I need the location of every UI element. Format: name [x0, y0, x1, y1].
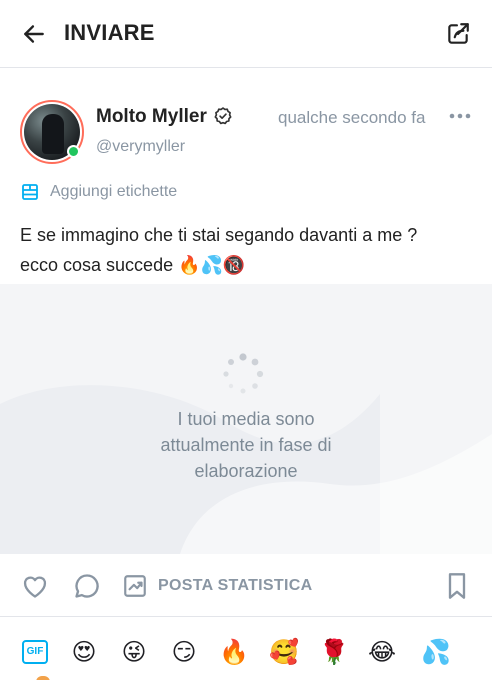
emoji-smirk[interactable]: 😏	[168, 636, 200, 668]
loading-spinner-icon	[223, 353, 264, 394]
post-timestamp: qualche secondo fa	[278, 108, 426, 127]
emoji-fire[interactable]: 🔥	[218, 636, 250, 668]
author-handle[interactable]: @verymyller	[96, 138, 185, 156]
post-statistics-label: POSTA STATISTICA	[158, 577, 313, 594]
emoji-tears-of-joy[interactable]: 😂	[366, 636, 398, 668]
media-processing-placeholder: I tuoi media sono attualmente in fase di…	[0, 284, 492, 554]
post-text-line-1: E se immagino che ti stai segando davant…	[20, 225, 418, 245]
page-title: INVIARE	[64, 20, 155, 45]
emoji-quick-bar: GIF 😍 😜 😏 🔥 🥰 🌹 😂 💦	[0, 618, 492, 680]
post-statistics-button[interactable]: POSTA STATISTICA	[122, 571, 312, 601]
avatar[interactable]	[20, 100, 84, 164]
arrow-left-icon	[24, 25, 44, 43]
bookmark-button[interactable]	[444, 571, 470, 601]
emoji-smiling-hearts[interactable]: 🥰	[268, 636, 300, 668]
add-tags-label: Aggiungi etichette	[50, 183, 178, 200]
comment-button[interactable]	[72, 571, 102, 601]
add-tags-button[interactable]: Aggiungi etichette	[20, 181, 177, 203]
emoji-sweat-droplets[interactable]: 💦	[420, 636, 452, 668]
emoji-heart-eyes[interactable]: 😍	[68, 636, 100, 668]
label-icon	[22, 184, 38, 200]
share-button[interactable]	[442, 18, 474, 50]
emoji-winking-tongue[interactable]: 😜	[118, 636, 150, 668]
heart-icon	[23, 576, 47, 598]
post-text: E se immagino che ti stai segando davant…	[20, 220, 480, 280]
top-bar: INVIARE	[0, 0, 492, 68]
post-text-line-2: ecco cosa succede 🔥💦🔞	[20, 255, 246, 275]
post-actions-bar: POSTA STATISTICA	[0, 555, 492, 617]
verified-badge-icon	[214, 107, 232, 125]
online-status-indicator	[67, 145, 80, 158]
author-name[interactable]: Molto Myller	[96, 106, 207, 128]
more-options-button[interactable]	[448, 106, 472, 126]
media-processing-message: I tuoi media sono attualmente in fase di…	[0, 406, 492, 484]
back-button[interactable]	[18, 18, 50, 50]
more-horizontal-icon	[449, 113, 471, 119]
statistics-chart-icon	[124, 575, 146, 597]
gif-button[interactable]: GIF	[22, 640, 48, 664]
comment-bubble-icon	[75, 574, 99, 598]
like-button[interactable]	[20, 571, 50, 601]
emoji-rose[interactable]: 🌹	[318, 636, 350, 668]
emoji-next-row-peek	[36, 676, 50, 680]
share-icon	[448, 23, 469, 44]
media-message-line-1: I tuoi media sono	[177, 409, 315, 429]
post-header: Molto Myller qualche secondo fa @verymyl…	[0, 68, 492, 178]
media-message-line-2: attualmente in fase di	[160, 435, 332, 455]
bookmark-icon	[448, 573, 466, 599]
media-message-line-3: elaborazione	[194, 461, 298, 481]
